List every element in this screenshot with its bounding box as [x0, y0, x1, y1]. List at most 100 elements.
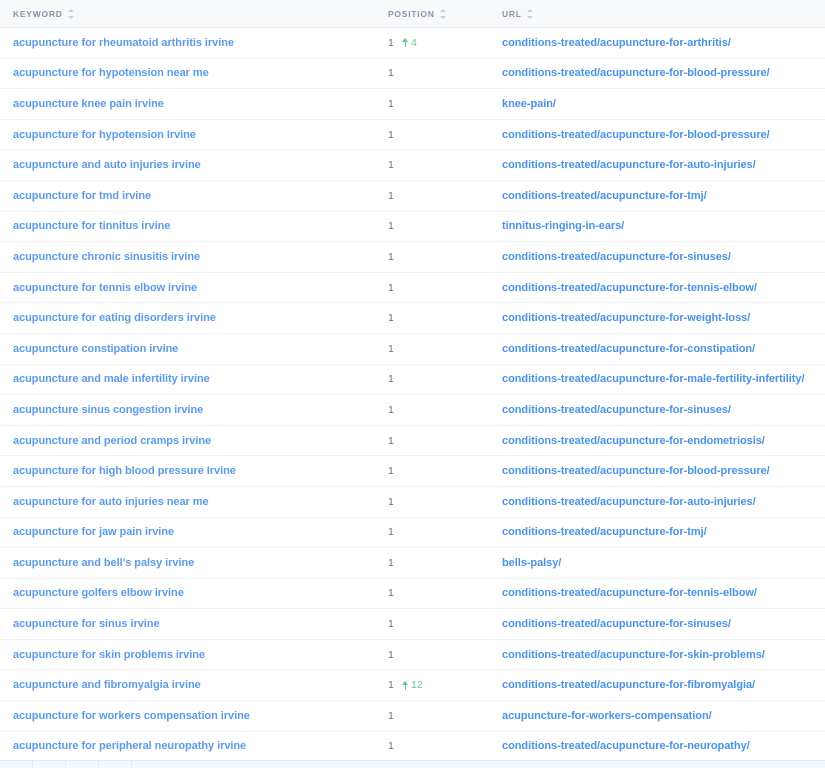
keyword-link[interactable]: acupuncture for tinnitus irvine	[13, 220, 170, 232]
table-row[interactable]: acupuncture and male infertility irvine 1…	[0, 364, 825, 396]
keyword-link[interactable]: acupuncture for hypotension near me	[13, 67, 209, 79]
keyword-cell: acupuncture and bell's palsy irvine	[0, 547, 388, 579]
table-row[interactable]: acupuncture and auto injuries irvine 1 con…	[0, 149, 825, 181]
keyword-cell: acupuncture sinus congestion irvine	[0, 394, 388, 426]
url-link[interactable]: conditions-treated/acupuncture-for-blood…	[502, 129, 770, 141]
position-value: 1	[388, 220, 394, 233]
table-row[interactable]: acupuncture constipation irvine 1 conditio…	[0, 333, 825, 365]
keyword-cell: acupuncture for tinnitus irvine	[0, 211, 388, 243]
table-row[interactable]: acupuncture chronic sinusitis irvine 1 con…	[0, 241, 825, 273]
position-value: 1	[388, 36, 394, 49]
keyword-link[interactable]: acupuncture for rheumatoid arthritis irv…	[13, 37, 234, 49]
keyword-link[interactable]: acupuncture and fibromyalgia irvine	[13, 679, 201, 691]
keyword-link[interactable]: acupuncture and bell's palsy irvine	[13, 557, 194, 569]
table-row[interactable]: acupuncture for auto injuries near me 1 co…	[0, 486, 825, 518]
position-value: 1	[388, 403, 394, 416]
url-cell: conditions-treated/acupuncture-for-tmj/	[495, 517, 825, 549]
url-link[interactable]: conditions-treated/acupuncture-for-sinus…	[502, 404, 731, 416]
position-cell: 1	[388, 119, 495, 151]
keyword-link[interactable]: acupuncture for peripheral neuropathy ir…	[13, 740, 246, 752]
position-cell: 1	[388, 425, 495, 457]
table-row[interactable]: acupuncture sinus congestion irvine 1 cond…	[0, 394, 825, 426]
url-link[interactable]: conditions-treated/acupuncture-for-auto-…	[502, 496, 756, 508]
position-value: 1	[388, 373, 394, 386]
url-link[interactable]: conditions-treated/acupuncture-for-male-…	[502, 373, 805, 385]
keyword-cell: acupuncture for workers compensation irv…	[0, 700, 388, 732]
url-link[interactable]: conditions-treated/acupuncture-for-arthr…	[502, 37, 731, 49]
position-cell: 1	[388, 333, 495, 365]
url-link[interactable]: conditions-treated/acupuncture-for-skin-…	[502, 649, 765, 661]
keyword-link[interactable]: acupuncture for eating disorders irvine	[13, 312, 216, 324]
table-row[interactable]: acupuncture knee pain irvine 1 knee-pain/	[0, 88, 825, 120]
keyword-link[interactable]: acupuncture for auto injuries near me	[13, 496, 209, 508]
keyword-link[interactable]: acupuncture golfers elbow irvine	[13, 587, 184, 599]
url-link[interactable]: conditions-treated/acupuncture-for-sinus…	[502, 618, 731, 630]
table-row[interactable]: acupuncture for jaw pain irvine 1 conditio…	[0, 517, 825, 549]
keyword-link[interactable]: acupuncture for jaw pain irvine	[13, 526, 174, 538]
url-link[interactable]: bells-palsy/	[502, 557, 561, 569]
keyword-link[interactable]: acupuncture for high blood pressure Irvi…	[13, 465, 236, 477]
url-link[interactable]: conditions-treated/acupuncture-for-sinus…	[502, 251, 731, 263]
pagination-button[interactable]	[66, 760, 99, 768]
table-row[interactable]: acupuncture for tennis elbow irvine 1 cond…	[0, 272, 825, 304]
pagination-bar[interactable]	[0, 760, 825, 768]
url-link[interactable]: conditions-treated/acupuncture-for-const…	[502, 343, 755, 355]
position-change-value: 12	[411, 679, 423, 692]
table-row[interactable]: acupuncture and period cramps irvine 1 con…	[0, 425, 825, 457]
keyword-link[interactable]: acupuncture for sinus irvine	[13, 618, 160, 630]
keyword-link[interactable]: acupuncture and period cramps irvine	[13, 435, 211, 447]
url-link[interactable]: tinnitus-ringing-in-ears/	[502, 220, 624, 232]
pagination-button[interactable]	[99, 760, 132, 768]
table-row[interactable]: acupuncture for skin problems irvine 1 con…	[0, 639, 825, 671]
keyword-link[interactable]: acupuncture constipation irvine	[13, 343, 178, 355]
column-header-url[interactable]: URL	[495, 0, 825, 28]
table-row[interactable]: acupuncture for rheumatoid arthritis irv…	[0, 27, 825, 59]
url-link[interactable]: conditions-treated/acupuncture-for-endom…	[502, 435, 765, 447]
table-row[interactable]: acupuncture for tmd irvine 1 conditions-tr…	[0, 180, 825, 212]
url-link[interactable]: conditions-treated/acupuncture-for-tmj/	[502, 526, 707, 538]
table-row[interactable]: acupuncture golfers elbow irvine 1 conditi…	[0, 578, 825, 610]
keyword-link[interactable]: acupuncture for workers compensation irv…	[13, 710, 250, 722]
url-link[interactable]: conditions-treated/acupuncture-for-blood…	[502, 465, 770, 477]
table-row[interactable]: acupuncture for high blood pressure Irvi…	[0, 455, 825, 487]
table-row[interactable]: acupuncture for sinus irvine 1 conditions-…	[0, 608, 825, 640]
url-link[interactable]: conditions-treated/acupuncture-for-tenni…	[502, 282, 757, 294]
pagination-button[interactable]	[33, 760, 66, 768]
keyword-cell: acupuncture constipation irvine	[0, 333, 388, 365]
url-link[interactable]: knee-pain/	[502, 98, 556, 110]
url-link[interactable]: conditions-treated/acupuncture-for-neuro…	[502, 740, 750, 752]
sort-updown-icon[interactable]	[526, 8, 534, 20]
column-header-keyword[interactable]: KEYWORD	[0, 0, 388, 28]
table-row[interactable]: acupuncture for tinnitus irvine 1 tinnitus…	[0, 211, 825, 243]
url-link[interactable]: conditions-treated/acupuncture-for-blood…	[502, 67, 770, 79]
url-link[interactable]: conditions-treated/acupuncture-for-fibro…	[502, 679, 755, 691]
url-link[interactable]: conditions-treated/acupuncture-for-tmj/	[502, 190, 707, 202]
table-row[interactable]: acupuncture for workers compensation irv…	[0, 700, 825, 732]
url-link[interactable]: conditions-treated/acupuncture-for-tenni…	[502, 587, 757, 599]
position-value: 1	[388, 709, 394, 722]
sort-updown-icon[interactable]	[67, 8, 75, 20]
table-row[interactable]: acupuncture for eating disorders irvine 1…	[0, 302, 825, 334]
keyword-rankings-table: KEYWORD POSITION URL acupuncture for rhe…	[0, 0, 825, 768]
keyword-link[interactable]: acupuncture chronic sinusitis irvine	[13, 251, 200, 263]
column-header-position[interactable]: POSITION	[388, 0, 495, 28]
keyword-link[interactable]: acupuncture for tennis elbow irvine	[13, 282, 197, 294]
table-row[interactable]: acupuncture for hypotension Irvine 1 condi…	[0, 119, 825, 151]
keyword-link[interactable]: acupuncture for hypotension Irvine	[13, 129, 196, 141]
table-row[interactable]: acupuncture for peripheral neuropathy ir…	[0, 731, 825, 763]
keyword-link[interactable]: acupuncture and auto injuries irvine	[13, 159, 201, 171]
sort-updown-icon[interactable]	[439, 8, 447, 20]
keyword-link[interactable]: acupuncture for tmd irvine	[13, 190, 151, 202]
url-link[interactable]: acupuncture-for-workers-compensation/	[502, 710, 712, 722]
keyword-cell: acupuncture for tennis elbow irvine	[0, 272, 388, 304]
keyword-link[interactable]: acupuncture sinus congestion irvine	[13, 404, 203, 416]
table-row[interactable]: acupuncture and fibromyalgia irvine 1 12 co…	[0, 669, 825, 702]
url-link[interactable]: conditions-treated/acupuncture-for-weigh…	[502, 312, 750, 324]
pagination-button[interactable]	[0, 760, 33, 768]
keyword-link[interactable]: acupuncture and male infertility irvine	[13, 373, 210, 385]
keyword-link[interactable]: acupuncture for skin problems irvine	[13, 649, 205, 661]
table-row[interactable]: acupuncture and bell's palsy irvine 1 bell…	[0, 547, 825, 579]
url-link[interactable]: conditions-treated/acupuncture-for-auto-…	[502, 159, 756, 171]
table-row[interactable]: acupuncture for hypotension near me 1 cond…	[0, 58, 825, 90]
keyword-link[interactable]: acupuncture knee pain irvine	[13, 98, 164, 110]
